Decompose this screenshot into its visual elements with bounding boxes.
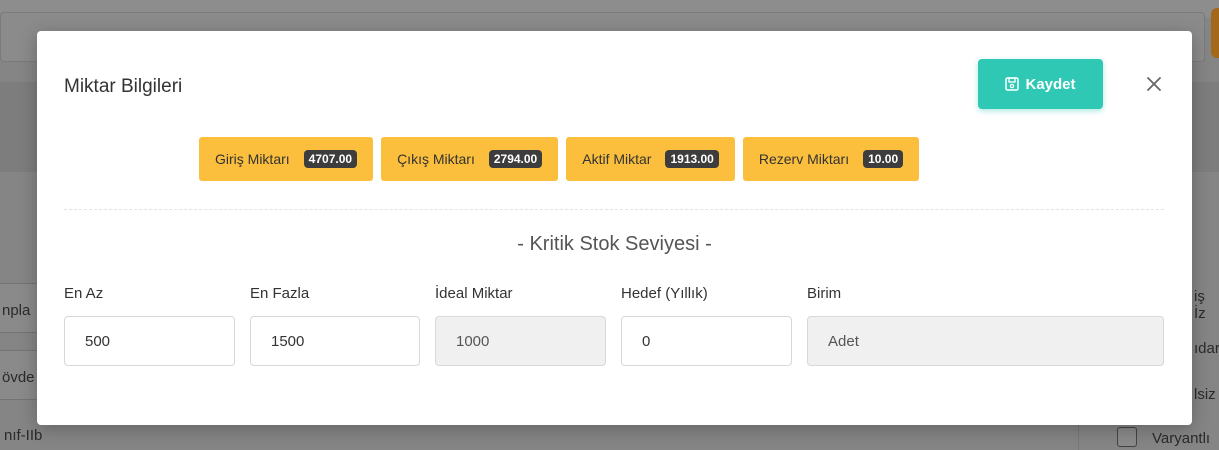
field-ideal: İdeal Miktar — [435, 285, 606, 366]
background-text: ıdar — [1194, 340, 1219, 357]
badge-entry-quantity: Giriş Miktarı 4707.00 — [199, 137, 374, 181]
quantity-badges: Giriş Miktarı 4707.00 Çıkış Miktarı 2794… — [199, 137, 920, 181]
min-input[interactable] — [64, 316, 235, 366]
target-label: Hedef (Yıllık) — [621, 285, 708, 302]
modal-title: Miktar Bilgileri — [64, 76, 183, 97]
ideal-input — [435, 316, 606, 366]
background-text: npla — [2, 302, 31, 319]
background-text: övde — [2, 369, 35, 386]
save-button[interactable]: Kaydet — [978, 59, 1103, 109]
badge-label: Çıkış Miktarı — [397, 151, 475, 167]
save-icon — [1005, 77, 1020, 91]
variant-checkbox-label: Varyantlı — [1152, 430, 1211, 447]
badge-label: Aktif Miktar — [582, 151, 652, 167]
badge-reserve-quantity: Rezerv Miktarı 10.00 — [742, 137, 920, 181]
background-text: lsiz — [1194, 386, 1216, 403]
badge-count: 4707.00 — [303, 150, 358, 168]
background-logo — [1211, 8, 1219, 58]
quantity-info-modal: Miktar Bilgileri Kaydet Giriş Miktarı 47… — [37, 31, 1192, 425]
badge-exit-quantity: Çıkış Miktarı 2794.00 — [381, 137, 559, 181]
min-label: En Az — [64, 285, 104, 302]
max-input[interactable] — [250, 316, 420, 366]
max-label: En Fazla — [250, 285, 310, 302]
variant-checkbox — [1117, 427, 1137, 447]
badge-count: 1913.00 — [665, 150, 719, 168]
divider — [64, 209, 1164, 210]
badge-count: 2794.00 — [488, 150, 543, 168]
critical-stock-title: - Kritik Stok Seviyesi - — [517, 233, 712, 255]
field-max: En Fazla — [250, 285, 420, 366]
background-text: iş İz — [1194, 288, 1206, 322]
badge-label: Rezerv Miktarı — [758, 151, 850, 167]
badge-count: 10.00 — [863, 150, 904, 168]
field-unit: Birim — [807, 285, 1164, 366]
ideal-label: İdeal Miktar — [435, 285, 513, 302]
close-icon — [1147, 77, 1161, 91]
target-input[interactable] — [621, 316, 792, 366]
save-button-label: Kaydet — [1025, 75, 1076, 93]
close-button[interactable] — [1141, 71, 1167, 97]
badge-active-quantity: Aktif Miktar 1913.00 — [566, 137, 735, 181]
field-min: En Az — [64, 285, 235, 366]
background-text: nıf-IIb — [4, 427, 43, 444]
field-target: Hedef (Yıllık) — [621, 285, 792, 366]
badge-label: Giriş Miktarı — [215, 151, 290, 167]
unit-input — [807, 316, 1164, 366]
unit-label: Birim — [807, 285, 842, 302]
